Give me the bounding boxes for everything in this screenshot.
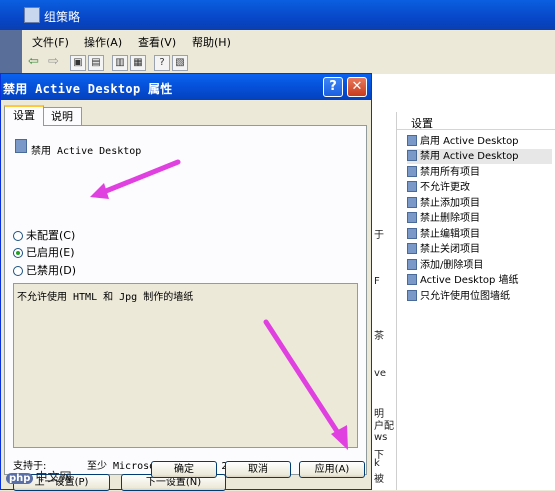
up-folder-icon[interactable]: ▣ [70,55,86,71]
policy-icon [407,259,417,270]
properties-icon[interactable]: ▥ [112,55,128,71]
list-item[interactable]: 禁用 Active Desktop [407,149,552,164]
settings-column-header[interactable]: 设置 [397,115,555,130]
list-item[interactable]: 启用 Active Desktop [407,134,519,149]
text-fragment: ws [374,432,388,443]
text-fragment: 于 [374,230,384,241]
list-item[interactable]: 禁止添加项目 [407,196,480,211]
ok-button[interactable]: 确定 [151,461,217,478]
text-fragment: k [374,458,380,469]
group-policy-icon [24,7,40,23]
policy-icon [407,290,417,301]
policy-icon [407,197,417,208]
list-item[interactable]: 只允许使用位图墙纸 [407,289,510,304]
settings-list-panel: 设置 启用 Active Desktop 禁用 Active Desktop 禁… [396,112,555,490]
tab-settings[interactable]: 设置 [4,105,44,126]
watermark-text: 中文网 [35,470,72,484]
menu-action[interactable]: 操作(A) [84,34,122,50]
menu-view[interactable]: 查看(V) [138,34,176,50]
apply-button[interactable]: 应用(A) [299,461,365,478]
background-menubar: 文件(F) 操作(A) 查看(V) 帮助(H) [22,30,555,53]
help-button[interactable]: ? [323,77,343,97]
properties-dialog: 禁用 Active Desktop 属性 ? ✕ 设置 说明 禁用 Active… [0,73,372,491]
tab-explain[interactable]: 说明 [42,107,82,125]
policy-icon [407,135,417,146]
export-icon[interactable]: ▦ [130,55,146,71]
text-fragment: 茶 [374,331,384,342]
policy-icon [407,274,417,285]
policy-icon [407,243,417,254]
radio-disabled[interactable]: 已禁用(D) [13,264,76,278]
radio-circle[interactable] [13,231,23,241]
policy-icon [407,150,417,161]
explain-text: 不允许使用 HTML 和 Jpg 制作的墙纸 [17,292,194,303]
close-icon[interactable]: ✕ [347,77,367,97]
policy-icon [407,166,417,177]
text-fragment: 户配 [374,421,394,432]
policy-name: 禁用 Active Desktop [31,146,142,157]
radio-enabled[interactable]: 已启用(E) [13,246,75,260]
radio-circle[interactable] [13,266,23,276]
view-icon[interactable]: ▧ [172,55,188,71]
text-fragment: 被 [374,474,384,485]
dialog-title: 禁用 Active Desktop 属性 [3,82,173,96]
radio-circle-checked[interactable] [13,248,23,258]
policy-icon [407,228,417,239]
policy-icon [407,181,417,192]
policy-icon [407,212,417,223]
background-toolbar: ⇦ ⇨ ▣ ▤ ▥ ▦ ? ▧ [22,52,555,75]
text-fragment: F [374,276,380,287]
show-tree-icon[interactable]: ▤ [88,55,104,71]
back-arrow-icon[interactable]: ⇦ [28,54,39,69]
background-title-bar: 组策略 [0,0,555,30]
menu-file[interactable]: 文件(F) [32,34,69,50]
dialog-title-bar[interactable]: 禁用 Active Desktop 属性 ? ✕ [1,74,371,100]
settings-tab-panel: 禁用 Active Desktop 未配置(C) 已启用(E) 已禁用(D) 不… [4,125,367,491]
radio-not-configured[interactable]: 未配置(C) [13,229,75,243]
forward-arrow-icon[interactable]: ⇨ [48,54,59,69]
policy-icon [15,139,27,153]
cancel-button[interactable]: 取消 [225,461,291,478]
list-item[interactable]: 禁止关闭项目 [407,242,480,257]
list-item[interactable]: 禁止删除项目 [407,211,480,226]
list-item[interactable]: 不允许更改 [407,180,470,195]
explain-text-box[interactable]: 不允许使用 HTML 和 Jpg 制作的墙纸 [13,283,358,448]
list-item[interactable]: 禁用所有项目 [407,165,480,180]
list-item[interactable]: Active Desktop 墙纸 [407,273,519,288]
watermark-badge: php [6,473,34,484]
menu-help[interactable]: 帮助(H) [192,34,231,50]
help-icon[interactable]: ? [154,55,170,71]
list-item[interactable]: 禁止编辑项目 [407,227,480,242]
list-item[interactable]: 添加/删除项目 [407,258,483,273]
watermark: php 中文网 [6,468,71,485]
text-fragment: ve [374,368,387,379]
background-window-title: 组策略 [44,10,81,24]
